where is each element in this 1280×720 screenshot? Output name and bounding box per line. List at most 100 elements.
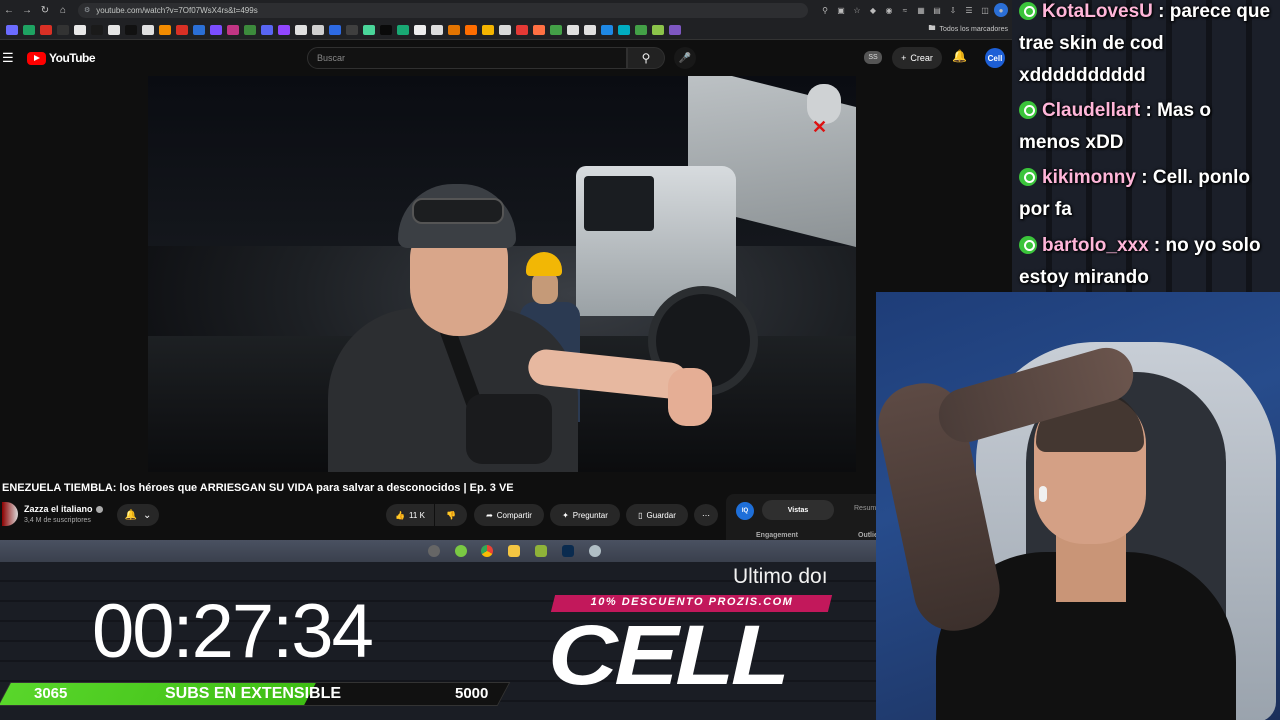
bookmark-icon[interactable] — [431, 24, 443, 35]
bookmarks-folder[interactable]: 🖿 Todos los marcadores — [929, 24, 1012, 35]
bookmark-icon[interactable] — [312, 24, 324, 35]
bookmark-icon[interactable] — [635, 24, 647, 35]
bookmark-icon[interactable] — [244, 24, 256, 35]
url-bar[interactable]: ⚙ youtube.com/watch?v=7Of07WsX4rs&t=499s — [78, 2, 808, 18]
split-view-icon[interactable]: ◫ — [978, 3, 992, 17]
bookmark-icon[interactable] — [601, 24, 613, 35]
bookmark-icon[interactable] — [261, 24, 273, 35]
voice-search-button[interactable]: 🎤 — [674, 47, 696, 69]
bookmark-icon[interactable] — [584, 24, 596, 35]
bookmark-icon[interactable] — [57, 24, 69, 35]
profile-icon[interactable]: ● — [994, 3, 1008, 17]
bookmark-icon[interactable] — [108, 24, 120, 35]
bookmark-icon[interactable] — [329, 24, 341, 35]
channel-avatar[interactable] — [2, 502, 18, 526]
account-avatar[interactable]: Cell — [985, 48, 1005, 68]
subscription-notifications-button[interactable]: 🔔 ⌄ — [117, 504, 159, 526]
bookmark-icon[interactable] — [91, 24, 103, 35]
bookmark-icon[interactable] — [6, 24, 18, 35]
download-icon[interactable]: ⇩ — [946, 3, 960, 17]
taskbar-app-icon[interactable] — [428, 545, 440, 557]
extension-icon[interactable]: ▦ — [914, 3, 928, 17]
streamer-webcam — [876, 292, 1280, 720]
bookmark-icon[interactable] — [414, 24, 426, 35]
bookmark-icon[interactable] — [40, 24, 52, 35]
site-info-icon[interactable]: ⚙ — [84, 6, 90, 14]
save-label: Guardar — [646, 510, 676, 520]
bookmark-icon[interactable] — [533, 24, 545, 35]
bookmark-icon[interactable] — [618, 24, 630, 35]
tab-views[interactable]: Vistas — [762, 500, 834, 520]
dislike-button[interactable]: 👎 — [435, 504, 467, 526]
bookmark-icon[interactable] — [176, 24, 188, 35]
reload-icon[interactable]: ↻ — [36, 0, 54, 20]
bookmark-icon[interactable] — [448, 24, 460, 35]
channel-subscriber-count: 3,4 M de suscriptores — [24, 517, 91, 524]
bookmark-icon[interactable] — [465, 24, 477, 35]
bookmark-icon[interactable] — [125, 24, 137, 35]
bookmark-icon[interactable] — [278, 24, 290, 35]
sub-goal-target: 5000 — [455, 685, 489, 702]
video-player[interactable]: ✕ — [148, 76, 856, 472]
toolbar-icons: ⚲ ▣ ☆ ◆ ◉ ≈ ▦ ▤ ⇩ ☰ ◫ ● — [818, 3, 1008, 17]
bookmark-icon[interactable] — [295, 24, 307, 35]
bookmark-icon[interactable] — [363, 24, 375, 35]
create-button[interactable]: + Crear — [892, 47, 942, 69]
watermark-x-icon: ✕ — [812, 117, 828, 137]
stream-layout: ← → ↻ ⌂ ⚙ youtube.com/watch?v=7Of07WsX4r… — [0, 0, 1280, 720]
youtube-logo[interactable]: YouTube — [27, 51, 96, 65]
channel-name-row[interactable]: Zazza el italiano — [24, 504, 103, 514]
bookmark-icon[interactable] — [567, 24, 579, 35]
notifications-bell-icon[interactable]: 🔔 — [952, 49, 967, 63]
bookmark-icon[interactable] — [652, 24, 664, 35]
search-input[interactable]: Buscar — [307, 47, 627, 69]
reading-list-icon[interactable]: ☰ — [962, 3, 976, 17]
video-hard-hat — [526, 252, 562, 276]
extension-icon[interactable]: ≈ — [898, 3, 912, 17]
taskbar-app-icon[interactable] — [455, 545, 467, 557]
like-button[interactable]: 👍 11 K — [386, 504, 434, 526]
search-button[interactable]: ⚲ — [627, 47, 665, 69]
file-explorer-icon[interactable] — [508, 545, 520, 557]
home-icon[interactable]: ⌂ — [54, 0, 72, 20]
taskbar-app-icon[interactable] — [535, 545, 547, 557]
tab-summary[interactable]: Resum — [854, 505, 876, 512]
iq-badge[interactable]: IQ — [736, 502, 754, 520]
bookmark-icon[interactable] — [142, 24, 154, 35]
extension-icon[interactable]: ◉ — [882, 3, 896, 17]
outlier-label: Outlie — [858, 532, 878, 539]
taskbar-app-icon[interactable] — [589, 545, 601, 557]
bookmark-icon[interactable] — [380, 24, 392, 35]
bookmark-icon[interactable] — [193, 24, 205, 35]
bookmark-icon[interactable] — [346, 24, 358, 35]
bookmark-icon[interactable] — [482, 24, 494, 35]
bookmark-icon[interactable] — [227, 24, 239, 35]
bookmark-icon[interactable] — [516, 24, 528, 35]
bookmark-icon[interactable] — [210, 24, 222, 35]
bookmark-icon[interactable] — [23, 24, 35, 35]
bookmark-icon[interactable] — [397, 24, 409, 35]
chrome-icon[interactable] — [481, 545, 493, 557]
extension-icon[interactable]: ◆ — [866, 3, 880, 17]
photoshop-icon[interactable] — [562, 545, 574, 557]
share-button[interactable]: ➦ Compartir — [474, 504, 544, 526]
channel-name[interactable]: Zazza el italiano — [24, 504, 93, 514]
star-icon[interactable]: ☆ — [850, 3, 864, 17]
bookmark-icon[interactable] — [669, 24, 681, 35]
bookmark-icon[interactable] — [159, 24, 171, 35]
bookmark-icon[interactable] — [499, 24, 511, 35]
bookmark-icon[interactable] — [74, 24, 86, 35]
ss-badge[interactable]: SS — [864, 51, 882, 64]
zoom-icon[interactable]: ⚲ — [818, 3, 832, 17]
youtube-play-icon — [27, 51, 46, 65]
bookmark-icon[interactable] — [550, 24, 562, 35]
puzzle-icon[interactable]: ▤ — [930, 3, 944, 17]
forward-icon[interactable]: → — [18, 0, 36, 20]
chat-message: KotaLovesU : parece que trae skin de cod… — [1019, 1, 1271, 86]
back-icon[interactable]: ← — [0, 0, 18, 20]
more-actions-button[interactable]: ⋯ — [694, 504, 718, 526]
save-button[interactable]: ▯ Guardar — [626, 504, 688, 526]
ask-button[interactable]: ✦ Preguntar — [550, 504, 620, 526]
hamburger-menu-icon[interactable]: ☰ — [2, 50, 14, 66]
cast-icon[interactable]: ▣ — [834, 3, 848, 17]
